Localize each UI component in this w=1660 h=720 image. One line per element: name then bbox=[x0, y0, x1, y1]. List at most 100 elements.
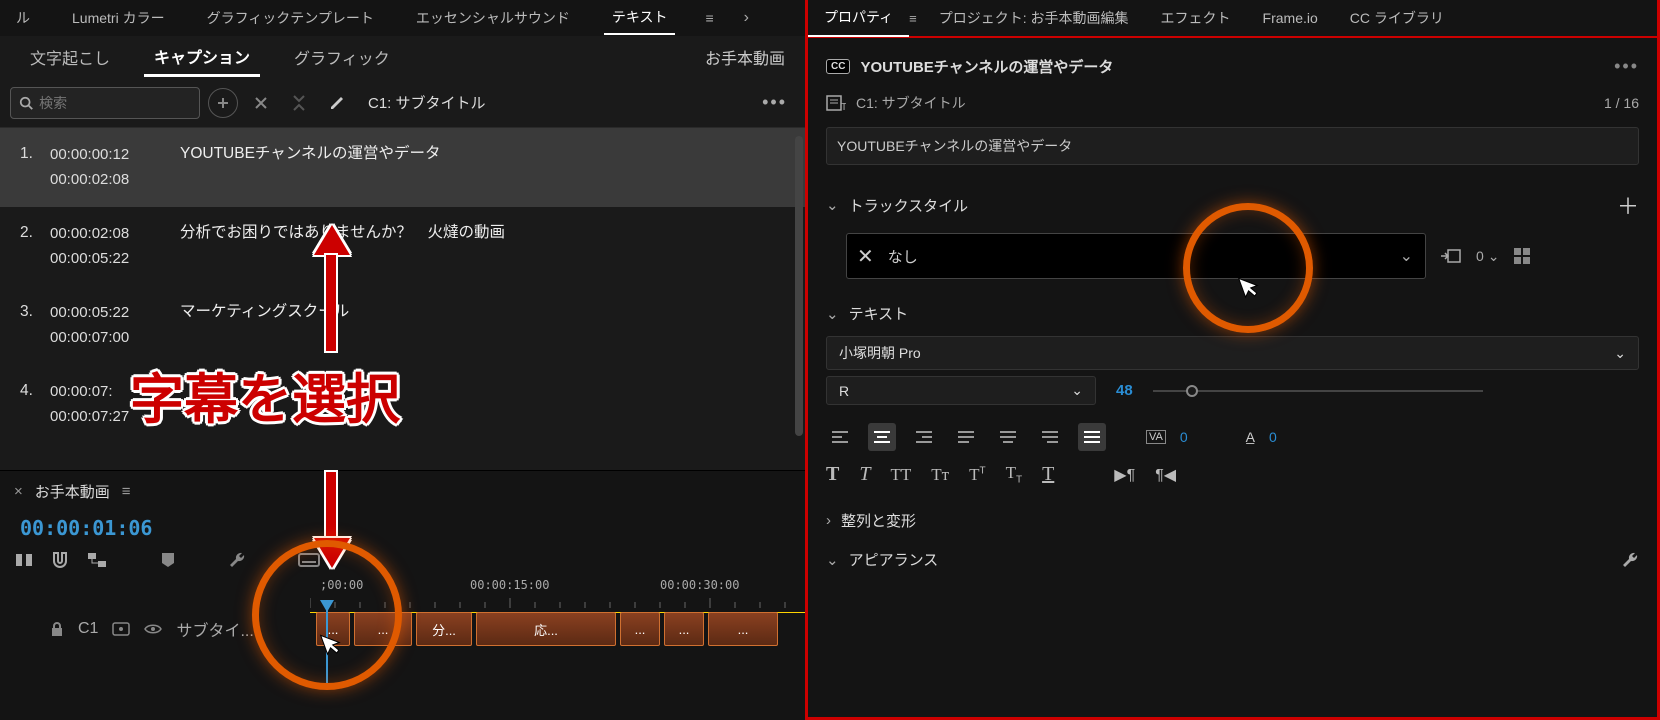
caption-times: 00:00:02:0800:00:05:22 bbox=[50, 221, 180, 271]
tab-graphics[interactable]: グラフィック bbox=[284, 39, 400, 75]
caption-clip[interactable]: ... bbox=[354, 612, 412, 646]
italic-button[interactable]: T bbox=[859, 463, 870, 486]
merge-caption-button[interactable] bbox=[284, 88, 314, 118]
subscript-button[interactable]: TT bbox=[1006, 463, 1023, 485]
edit-pencil-icon[interactable] bbox=[322, 88, 352, 118]
caption-text[interactable]: 分析でお困りではありませんか？ 火燵の動画 bbox=[180, 221, 785, 271]
align-right-button[interactable] bbox=[910, 423, 938, 451]
split-caption-button[interactable] bbox=[246, 88, 276, 118]
toolbar-more-icon[interactable]: ••• bbox=[762, 92, 795, 113]
align-justify-last-center[interactable] bbox=[994, 423, 1022, 451]
more-icon[interactable]: ••• bbox=[1614, 56, 1639, 77]
align-justify-button[interactable] bbox=[952, 423, 980, 451]
tab-frameio[interactable]: Frame.io bbox=[1247, 2, 1334, 34]
timeline-ruler[interactable]: ;00:00 00:00:15:00 00:00:30:00 bbox=[310, 578, 805, 608]
caption-clip[interactable]: ... bbox=[664, 612, 704, 646]
section-label: アピアランス bbox=[849, 549, 1621, 570]
panel-menu-icon[interactable]: ≡ bbox=[909, 11, 923, 26]
superscript-button[interactable]: TT bbox=[969, 465, 986, 485]
font-size-slider[interactable] bbox=[1153, 390, 1483, 392]
smallcaps-button[interactable]: Tᴛ bbox=[931, 465, 949, 485]
tracking-value[interactable]: 0 bbox=[1180, 429, 1188, 445]
clear-style-icon[interactable]: ✕ bbox=[857, 244, 874, 269]
font-weight-dropdown[interactable]: R ⌄ bbox=[826, 376, 1096, 405]
caption-row-1[interactable]: 1. 00:00:00:1200:00:02:08 YOUTUBEチャンネルの運… bbox=[0, 128, 805, 207]
align-center-button[interactable] bbox=[868, 423, 896, 451]
track-body[interactable]: ... ... 分... 応... ... ... ... bbox=[310, 608, 805, 650]
scrollbar[interactable] bbox=[795, 136, 803, 436]
wrench-icon[interactable] bbox=[228, 551, 246, 569]
search-input[interactable] bbox=[39, 95, 191, 111]
section-text[interactable]: ⌄ テキスト bbox=[826, 293, 1639, 332]
caption-clip[interactable]: ... bbox=[620, 612, 660, 646]
close-panel-icon[interactable]: × bbox=[14, 483, 23, 500]
tab-effects[interactable]: エフェクト bbox=[1145, 0, 1247, 36]
track-badge[interactable]: C1 bbox=[78, 620, 98, 638]
align-left-button[interactable] bbox=[826, 423, 854, 451]
kerning-value[interactable]: 0 bbox=[1269, 429, 1277, 445]
caption-text[interactable]: YOUTUBEチャンネルの運営やデータ bbox=[180, 142, 785, 192]
panel-menu-icon[interactable]: ≡ bbox=[701, 10, 717, 26]
tab-partial[interactable]: ル bbox=[8, 2, 38, 34]
underline-button[interactable]: T bbox=[1042, 463, 1054, 486]
bold-button[interactable]: T bbox=[826, 463, 839, 486]
marker-icon[interactable] bbox=[160, 551, 176, 569]
section-appearance[interactable]: ⌄ アピアランス bbox=[826, 539, 1639, 578]
section-align-transform[interactable]: › 整列と変形 bbox=[826, 500, 1639, 539]
grid-view-icon[interactable] bbox=[1514, 248, 1530, 264]
caption-clip[interactable]: ... bbox=[708, 612, 778, 646]
sync-lock-icon[interactable] bbox=[112, 622, 130, 636]
tab-graphic-templates[interactable]: グラフィックテンプレート bbox=[199, 2, 382, 34]
font-size-value[interactable]: 48 bbox=[1116, 382, 1133, 399]
font-family-dropdown[interactable]: 小塚明朝 Pro ⌄ bbox=[826, 336, 1639, 370]
align-justify-all[interactable] bbox=[1078, 423, 1106, 451]
caption-clip[interactable]: 応... bbox=[476, 612, 616, 646]
style-index-dropdown[interactable]: 0 ⌄ bbox=[1476, 248, 1500, 265]
tab-transcribe[interactable]: 文字起こし bbox=[20, 39, 120, 75]
caption-toolbar: C1: サブタイトル ••• bbox=[0, 78, 805, 128]
search-icon bbox=[19, 95, 33, 111]
sequence-title[interactable]: お手本動画 bbox=[35, 481, 110, 502]
insert-mode-icon[interactable] bbox=[14, 550, 34, 570]
track-name-label: C1: サブタイトル bbox=[856, 93, 1594, 113]
caption-row-2[interactable]: 2. 00:00:02:0800:00:05:22 分析でお困りではありませんか… bbox=[0, 207, 805, 286]
allcaps-button[interactable]: TT bbox=[890, 465, 911, 485]
section-track-style[interactable]: ⌄ トラックスタイル ＋ bbox=[826, 179, 1639, 229]
add-style-button[interactable]: ＋ bbox=[1617, 189, 1639, 221]
tab-properties[interactable]: プロパティ bbox=[808, 0, 909, 37]
linked-selection-icon[interactable] bbox=[86, 550, 108, 570]
caption-row-4[interactable]: 4. 00:00:07:00:00:07:27 bbox=[0, 365, 805, 444]
snap-magnet-icon[interactable] bbox=[50, 550, 70, 570]
timeline-timecode[interactable]: 00:00:01:06 bbox=[0, 512, 805, 550]
track-style-dropdown[interactable]: ✕ なし ⌄ bbox=[846, 233, 1426, 279]
eye-icon[interactable] bbox=[144, 623, 162, 635]
tab-lumetri[interactable]: Lumetri カラー bbox=[64, 2, 173, 34]
chevron-down-icon: ⌄ bbox=[1488, 248, 1500, 265]
playhead[interactable] bbox=[326, 608, 328, 688]
timeline-menu-icon[interactable]: ≡ bbox=[122, 483, 131, 500]
caption-clip[interactable]: ... bbox=[316, 612, 350, 646]
caption-text[interactable]: マーケティングスクール bbox=[180, 300, 785, 350]
ltr-button[interactable]: ▶¶ bbox=[1114, 465, 1135, 485]
rtl-button[interactable]: ¶◀ bbox=[1155, 465, 1176, 485]
push-style-icon[interactable] bbox=[1440, 247, 1462, 265]
caption-text[interactable] bbox=[180, 379, 785, 429]
svg-text:T: T bbox=[841, 102, 846, 112]
search-box[interactable] bbox=[10, 87, 200, 119]
caption-list: 1. 00:00:00:1200:00:02:08 YOUTUBEチャンネルの運… bbox=[0, 128, 805, 470]
tab-essential-sound[interactable]: エッセンシャルサウンド bbox=[408, 2, 578, 34]
align-justify-last-right[interactable] bbox=[1036, 423, 1064, 451]
caption-number: 4. bbox=[20, 379, 50, 429]
add-caption-button[interactable] bbox=[208, 88, 238, 118]
wrench-icon[interactable] bbox=[1621, 551, 1639, 569]
tab-project[interactable]: プロジェクト: お手本動画編集 bbox=[923, 0, 1145, 36]
caption-clip[interactable]: 分... bbox=[416, 612, 472, 646]
caption-row-3[interactable]: 3. 00:00:05:2200:00:07:00 マーケティングスクール bbox=[0, 286, 805, 365]
caption-text-input[interactable]: YOUTUBEチャンネルの運営やデータ bbox=[826, 127, 1639, 165]
tab-text[interactable]: テキスト bbox=[604, 1, 676, 35]
tab-captions[interactable]: キャプション bbox=[144, 38, 260, 77]
overflow-arrow-icon[interactable]: › bbox=[744, 9, 749, 27]
track-header[interactable]: C1 サブタイ... bbox=[0, 617, 310, 641]
tab-cc-libraries[interactable]: CC ライブラリ bbox=[1334, 0, 1460, 36]
lock-icon[interactable] bbox=[50, 621, 64, 637]
